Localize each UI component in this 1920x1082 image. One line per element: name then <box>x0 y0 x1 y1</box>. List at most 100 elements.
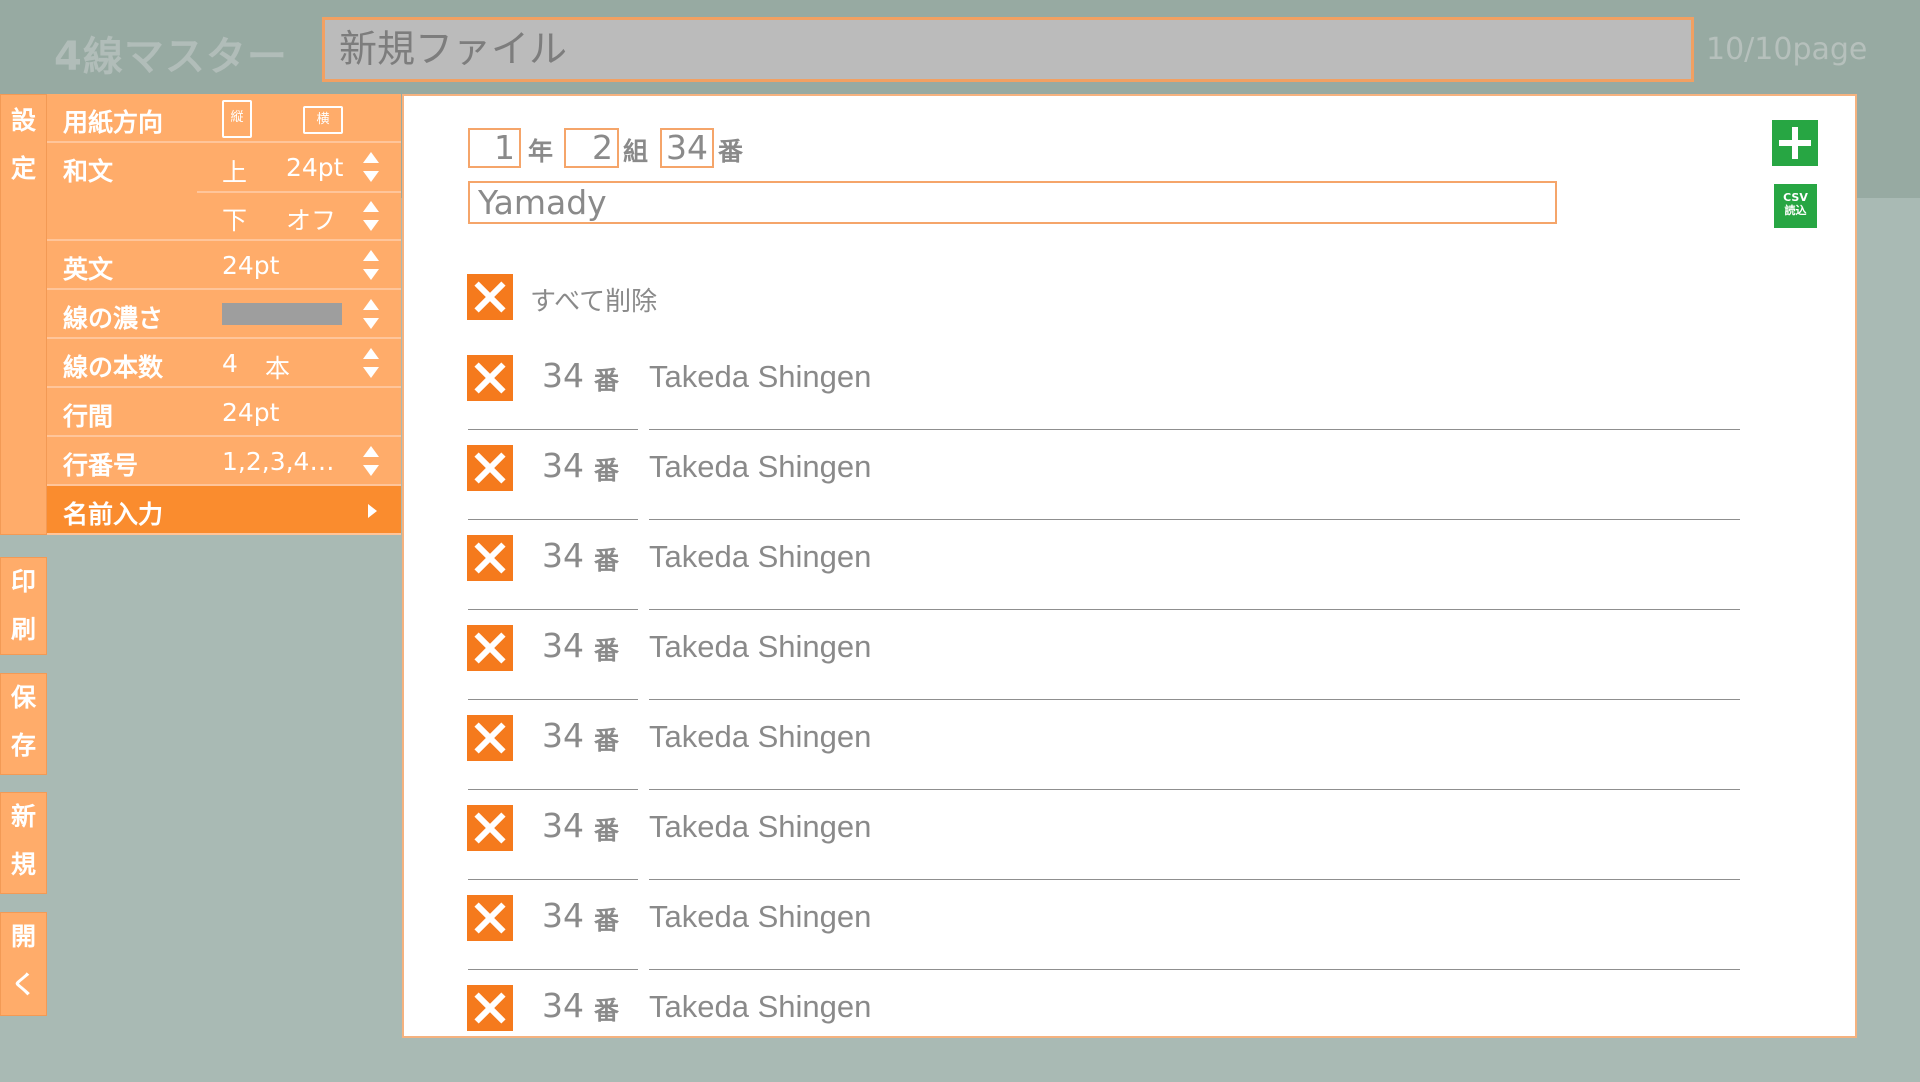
entry-number-suffix: 番 <box>594 546 620 575</box>
list-item: 34 番 Takeda Shingen <box>404 355 1859 445</box>
entry-name[interactable]: Takeda Shingen <box>649 359 871 395</box>
delete-entry-button[interactable] <box>467 625 513 671</box>
delete-entry-button[interactable] <box>467 535 513 581</box>
delete-entry-button[interactable] <box>467 895 513 941</box>
tab-new-char-2: 規 <box>10 850 36 879</box>
line-spacing-row: 行間 24pt <box>47 388 401 437</box>
entry-number-underline <box>468 429 638 430</box>
density-row: 線の濃さ <box>47 290 401 339</box>
density-label: 線の濃さ <box>63 304 164 333</box>
landscape-orientation-icon[interactable]: 横 <box>303 106 343 134</box>
app-logo: 4線マスター <box>54 34 288 80</box>
delete-all-button[interactable] <box>467 274 513 320</box>
line-count-unit: 本 <box>265 354 291 383</box>
tab-open-char-1: 開 <box>10 922 36 951</box>
line-spacing-label: 行間 <box>63 402 114 431</box>
add-button[interactable] <box>1772 120 1818 166</box>
orientation-row: 用紙方向 縦 横 <box>47 94 401 143</box>
entry-name[interactable]: Takeda Shingen <box>649 899 871 935</box>
english-stepper-icon[interactable] <box>363 250 379 280</box>
line-count-stepper-icon[interactable] <box>363 348 379 378</box>
tab-open-char-2: く <box>10 970 36 999</box>
number-field[interactable]: 34 <box>660 128 714 168</box>
delete-entry-button[interactable] <box>467 985 513 1031</box>
year-field[interactable]: 1 <box>468 128 521 168</box>
japanese-label: 和文 <box>63 157 114 186</box>
entry-number-underline <box>468 699 638 700</box>
entry-number-suffix: 番 <box>594 456 620 485</box>
year-label: 年 <box>528 137 554 166</box>
line-number-value[interactable]: 1,2,3,4… <box>222 447 334 476</box>
name-input-panel: 1 年 2 組 34 番 Yamady CSV 読込 すべて削除 34 番 Take… <box>402 94 1857 1038</box>
entry-name-underline <box>649 879 1740 880</box>
entry-number-underline <box>468 879 638 880</box>
japanese-divider <box>197 191 401 193</box>
entry-number-suffix: 番 <box>594 726 620 755</box>
tab-open[interactable]: 開 く <box>0 912 47 1016</box>
page-count: 10/10page <box>1706 32 1868 67</box>
portrait-orientation-icon[interactable]: 縦 <box>222 100 252 138</box>
japanese-row: 和文 上 24pt 下 オフ <box>47 143 401 241</box>
tab-settings[interactable]: 設 定 <box>0 94 47 535</box>
entry-number: 34 <box>542 986 584 1025</box>
entry-number-suffix: 番 <box>594 996 620 1025</box>
tab-settings-char-1: 設 <box>10 106 36 135</box>
japanese-upper-label: 上 <box>222 158 248 187</box>
delete-entry-button[interactable] <box>467 445 513 491</box>
entry-name[interactable]: Takeda Shingen <box>649 449 871 485</box>
density-swatch[interactable] <box>222 303 342 325</box>
english-label: 英文 <box>63 255 114 284</box>
csv-import-button[interactable]: CSV 読込 <box>1774 184 1817 228</box>
tab-new[interactable]: 新 規 <box>0 792 47 894</box>
delete-all-label: すべて削除 <box>530 287 658 317</box>
entry-name-underline <box>649 609 1740 610</box>
line-count-value[interactable]: 4 <box>222 349 238 378</box>
japanese-lower-stepper-icon[interactable] <box>363 201 379 231</box>
entry-number-suffix: 番 <box>594 816 620 845</box>
csv-import-label-2: 読込 <box>1784 204 1807 217</box>
entry-number: 34 <box>542 626 584 665</box>
delete-entry-button[interactable] <box>467 355 513 401</box>
line-number-row: 行番号 1,2,3,4… <box>47 437 401 486</box>
entry-number-suffix: 番 <box>594 366 620 395</box>
entry-number-underline <box>468 519 638 520</box>
list-item: 34 番 Takeda Shingen <box>404 535 1859 625</box>
entry-name[interactable]: Takeda Shingen <box>649 989 871 1025</box>
list-item: 34 番 Takeda Shingen <box>404 895 1859 985</box>
csv-import-label-1: CSV <box>1783 191 1808 204</box>
entry-name-underline <box>649 699 1740 700</box>
list-item: 34 番 Takeda Shingen <box>404 805 1859 895</box>
entry-number: 34 <box>542 806 584 845</box>
tab-print[interactable]: 印 刷 <box>0 557 47 655</box>
entry-number-suffix: 番 <box>594 906 620 935</box>
tab-settings-char-2: 定 <box>10 154 36 183</box>
entry-name[interactable]: Takeda Shingen <box>649 719 871 755</box>
english-value[interactable]: 24pt <box>222 251 279 280</box>
line-spacing-value[interactable]: 24pt <box>222 398 279 427</box>
entry-name-underline <box>649 789 1740 790</box>
density-stepper-icon[interactable] <box>363 299 379 329</box>
entry-number: 34 <box>542 716 584 755</box>
delete-entry-button[interactable] <box>467 805 513 851</box>
japanese-upper-value[interactable]: 24pt <box>286 153 343 182</box>
entry-number: 34 <box>542 896 584 935</box>
delete-entry-button[interactable] <box>467 715 513 761</box>
list-item: 34 番 Takeda Shingen <box>404 715 1859 805</box>
entry-name[interactable]: Takeda Shingen <box>649 809 871 845</box>
entry-name-underline <box>649 519 1740 520</box>
tab-save[interactable]: 保 存 <box>0 673 47 775</box>
chevron-right-icon <box>368 504 377 518</box>
class-field[interactable]: 2 <box>564 128 619 168</box>
entry-number: 34 <box>542 356 584 395</box>
filename-field[interactable]: 新規ファイル <box>322 17 1694 82</box>
entry-name[interactable]: Takeda Shingen <box>649 629 871 665</box>
name-input-label: 名前入力 <box>63 500 164 529</box>
line-number-stepper-icon[interactable] <box>363 446 379 476</box>
japanese-upper-stepper-icon[interactable] <box>363 152 379 182</box>
name-field[interactable]: Yamady <box>468 181 1557 224</box>
entry-number-underline <box>468 969 638 970</box>
entry-name-underline <box>649 969 1740 970</box>
name-input-row[interactable]: 名前入力 <box>47 486 401 535</box>
japanese-lower-value[interactable]: オフ <box>286 201 336 237</box>
entry-name[interactable]: Takeda Shingen <box>649 539 871 575</box>
